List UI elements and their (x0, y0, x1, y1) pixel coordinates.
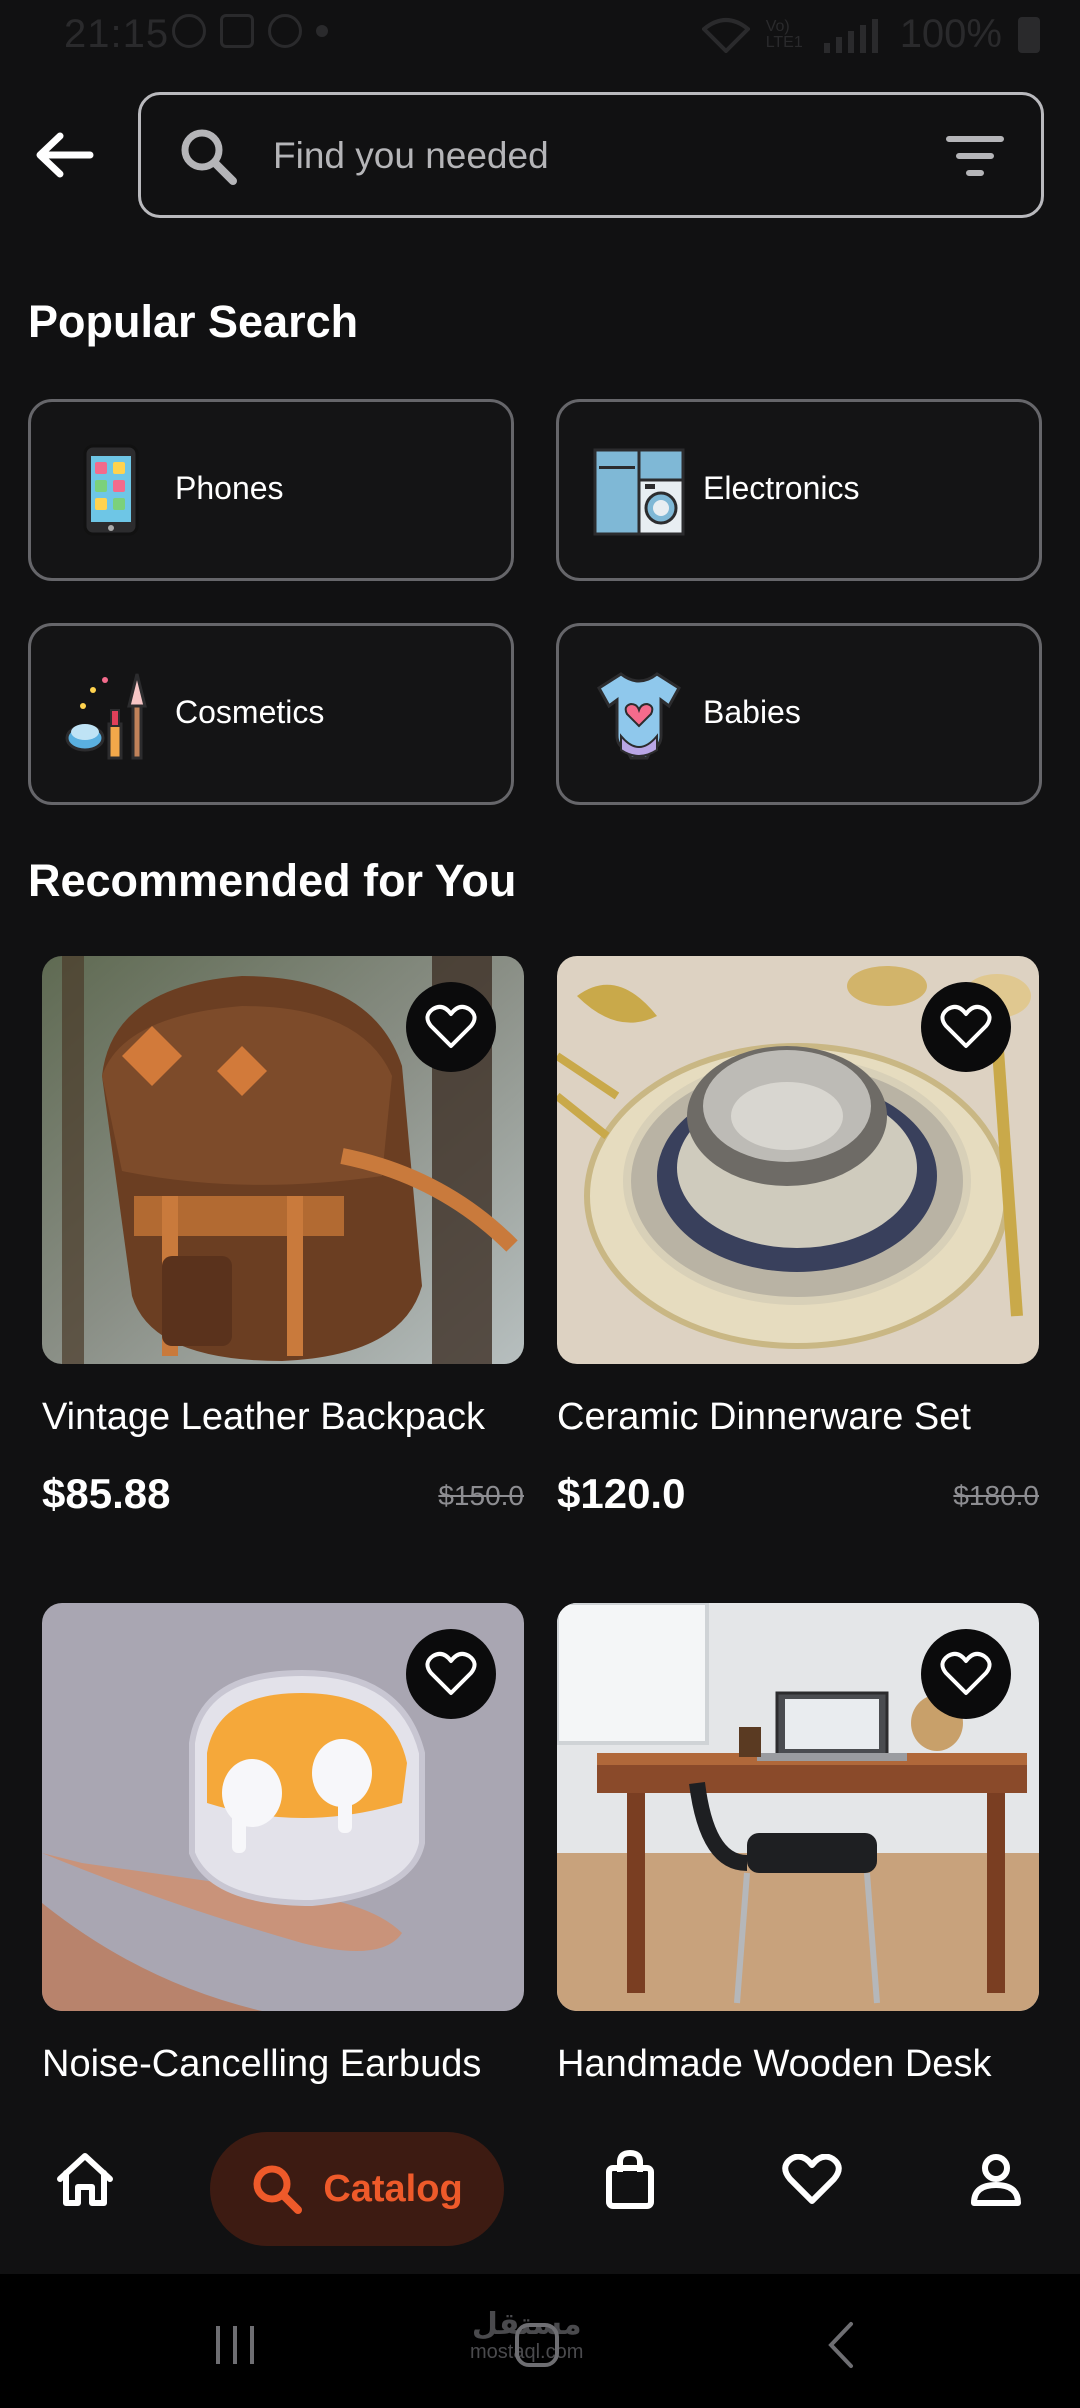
bottom-nav: Catalog (0, 2090, 1080, 2274)
category-babies[interactable]: Babies (556, 623, 1042, 805)
battery-label: 100% (899, 12, 1002, 56)
category-cosmetics[interactable]: Cosmetics (28, 623, 514, 805)
product-old-price: $150.0 (438, 1480, 524, 1511)
product-card[interactable]: Ceramic Dinnerware Set $120.0 $180.0 (557, 956, 1039, 1517)
favorite-button[interactable] (406, 982, 496, 1072)
search-bar[interactable] (138, 92, 1044, 218)
home-square-icon (515, 2323, 559, 2367)
heart-icon (425, 1651, 477, 1695)
product-image-desk[interactable] (557, 1603, 1039, 2011)
chevron-left-icon (828, 2322, 853, 2368)
arrow-left-icon (36, 132, 94, 178)
heart-icon (782, 2154, 842, 2204)
search-icon (253, 2165, 303, 2214)
recent-apps-button[interactable] (200, 2310, 270, 2380)
heart-icon (940, 1651, 992, 1695)
battery-icon (1018, 16, 1040, 53)
dot-icon (316, 25, 328, 37)
profile-icon (971, 2154, 1021, 2206)
category-phones[interactable]: Phones (28, 399, 514, 581)
product-old-price: $180.0 (953, 1480, 1039, 1511)
product-card[interactable]: Vintage Leather Backpack $85.88 $150.0 (42, 956, 524, 1517)
back-nav-button[interactable] (806, 2310, 876, 2380)
shopping-bag-icon (606, 2150, 654, 2209)
home-icon (57, 2153, 113, 2206)
system-nav-bar: مستقل mostaql.com (0, 2274, 1080, 2408)
product-name: Ceramic Dinnerware Set (557, 1396, 971, 1438)
baby-onesie-icon (597, 672, 681, 760)
category-label: Babies (703, 694, 801, 730)
nav-profile[interactable] (956, 2140, 1036, 2220)
product-image-earbuds[interactable] (42, 1603, 524, 2011)
recent-apps-icon (216, 2326, 254, 2364)
cosmetics-icon (65, 673, 147, 760)
status-time: 21:15 (64, 12, 170, 56)
favorite-button[interactable] (921, 982, 1011, 1072)
nav-home[interactable] (45, 2140, 125, 2220)
nav-catalog[interactable]: Catalog (210, 2132, 504, 2246)
recommended-title: Recommended for You (28, 855, 517, 906)
home-button[interactable] (502, 2310, 572, 2380)
nav-cart[interactable] (590, 2140, 670, 2220)
phone-icon (83, 444, 139, 536)
whatsapp-icon (172, 14, 206, 48)
product-price: $85.88 (42, 1470, 171, 1517)
back-button[interactable] (30, 120, 100, 190)
favorite-button[interactable] (406, 1629, 496, 1719)
heart-icon (940, 1004, 992, 1048)
search-input[interactable] (273, 125, 873, 187)
washing-machine-icon (593, 448, 685, 536)
product-name: Vintage Leather Backpack (42, 1396, 485, 1438)
product-card[interactable]: Handmade Wooden Desk (557, 1603, 1039, 2093)
status-right: Vo) LTE1 100% (701, 12, 1040, 57)
gallery-icon (220, 14, 254, 48)
heart-icon (425, 1004, 477, 1048)
b-icon (268, 14, 302, 48)
nav-favorites[interactable] (772, 2140, 852, 2220)
search-icon (181, 129, 237, 185)
notification-icons (172, 14, 328, 48)
product-card[interactable]: Noise-Cancelling Earbuds (42, 1603, 524, 2093)
product-image-backpack[interactable] (42, 956, 524, 1364)
product-price: $120.0 (557, 1470, 686, 1517)
category-electronics[interactable]: Electronics (556, 399, 1042, 581)
signal-icon (823, 18, 878, 53)
filter-icon[interactable] (945, 131, 1005, 181)
popular-search-title: Popular Search (28, 296, 359, 347)
favorite-button[interactable] (921, 1629, 1011, 1719)
nav-catalog-label: Catalog (323, 2167, 463, 2210)
category-label: Cosmetics (175, 694, 325, 730)
wifi-icon (701, 17, 750, 53)
status-bar: 21:15 Vo) LTE1 100% (0, 0, 1080, 70)
product-image-dinnerware[interactable] (557, 956, 1039, 1364)
category-label: Phones (175, 470, 284, 506)
category-label: Electronics (703, 470, 860, 506)
product-name: Noise-Cancelling Earbuds (42, 2043, 482, 2085)
network-label: Vo) LTE1 (765, 17, 803, 51)
product-name: Handmade Wooden Desk (557, 2043, 992, 2085)
